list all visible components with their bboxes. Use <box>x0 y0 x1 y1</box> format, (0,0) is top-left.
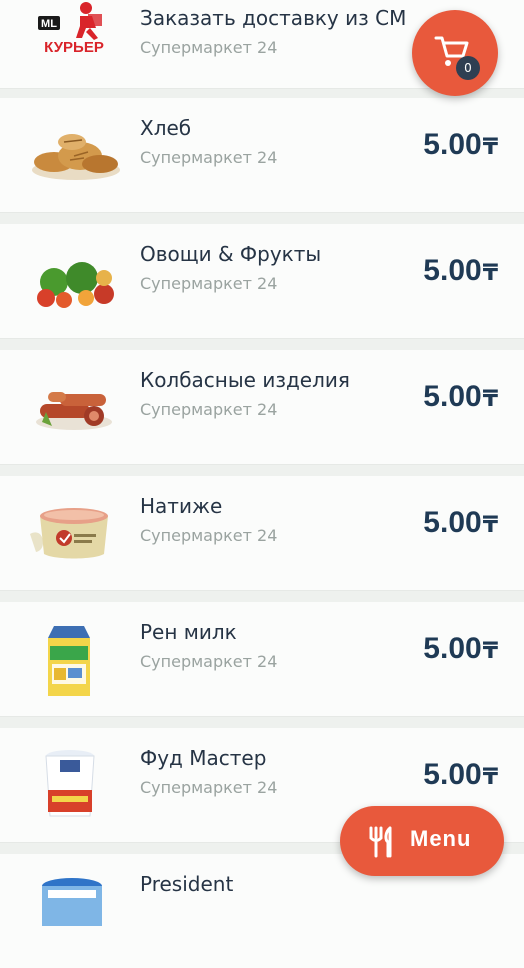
item-price: 5.00₸ <box>423 506 498 540</box>
item-title: Заказать доставку из СМ <box>140 6 407 30</box>
price-value: 5.00 <box>423 254 482 287</box>
item-subtitle: Супермаркет 24 <box>140 526 278 545</box>
item-price: 5.00₸ <box>423 128 498 162</box>
currency-symbol: ₸ <box>482 386 498 411</box>
currency-symbol: ₸ <box>482 764 498 789</box>
currency-symbol: ₸ <box>482 638 498 663</box>
item-subtitle: Супермаркет 24 <box>140 778 278 797</box>
item-subtitle: Супермаркет 24 <box>140 652 278 671</box>
vegetables-image <box>37 262 114 308</box>
item-title: Овощи & Фрукты <box>140 242 322 266</box>
item-price: 5.00₸ <box>423 632 498 666</box>
item-price: 5.00₸ <box>423 254 498 288</box>
menu-button[interactable]: Menu <box>340 806 504 876</box>
item-subtitle: Супермаркет 24 <box>140 274 278 293</box>
item-title: Фуд Мастер <box>140 746 267 770</box>
price-value: 5.00 <box>423 506 482 539</box>
list-item-bread[interactable]: Хлеб Супермаркет 24 5.00₸ <box>0 98 524 212</box>
currency-symbol: ₸ <box>482 512 498 537</box>
container-image <box>30 508 108 559</box>
cart-count-badge: 0 <box>456 56 480 80</box>
courier-logo-bottom: КУРЬЕР <box>44 39 104 56</box>
milk-carton-image <box>48 626 90 696</box>
item-title: Рен милк <box>140 620 237 644</box>
list-item-ren-milk[interactable]: Рен милк Супермаркет 24 5.00₸ <box>0 602 524 716</box>
courier-logo-top: ML <box>41 18 57 30</box>
list-item-sausages[interactable]: Колбасные изделия Супермаркет 24 5.00₸ <box>0 350 524 464</box>
list-item-natizhe[interactable]: Натиже Супермаркет 24 5.00₸ <box>0 476 524 590</box>
price-value: 5.00 <box>423 128 482 161</box>
item-subtitle: Супермаркет 24 <box>140 400 278 419</box>
item-title: President <box>140 872 234 896</box>
item-subtitle: Супермаркет 24 <box>140 38 278 57</box>
price-value: 5.00 <box>423 758 482 791</box>
item-title: Колбасные изделия <box>140 368 350 392</box>
currency-symbol: ₸ <box>482 260 498 285</box>
sausages-image <box>36 392 112 430</box>
item-subtitle: Супермаркет 24 <box>140 148 278 167</box>
list-item-vegetables[interactable]: Овощи & Фрукты Супермаркет 24 5.00₸ <box>0 224 524 338</box>
bread-image <box>32 134 120 180</box>
cheese-cup-image <box>42 878 102 926</box>
cart-button[interactable]: 0 <box>412 10 498 96</box>
menu-label: Menu <box>410 826 472 851</box>
yogurt-cup-image <box>45 750 95 817</box>
currency-symbol: ₸ <box>482 134 498 159</box>
item-price: 5.00₸ <box>423 758 498 792</box>
item-price: 5.00₸ <box>423 380 498 414</box>
price-value: 5.00 <box>423 380 482 413</box>
item-title: Натиже <box>140 494 223 518</box>
courier-logo: ML КУРЬЕР <box>38 2 104 56</box>
price-value: 5.00 <box>423 632 482 665</box>
item-title: Хлеб <box>140 116 192 140</box>
fork-knife-icon <box>369 826 392 858</box>
